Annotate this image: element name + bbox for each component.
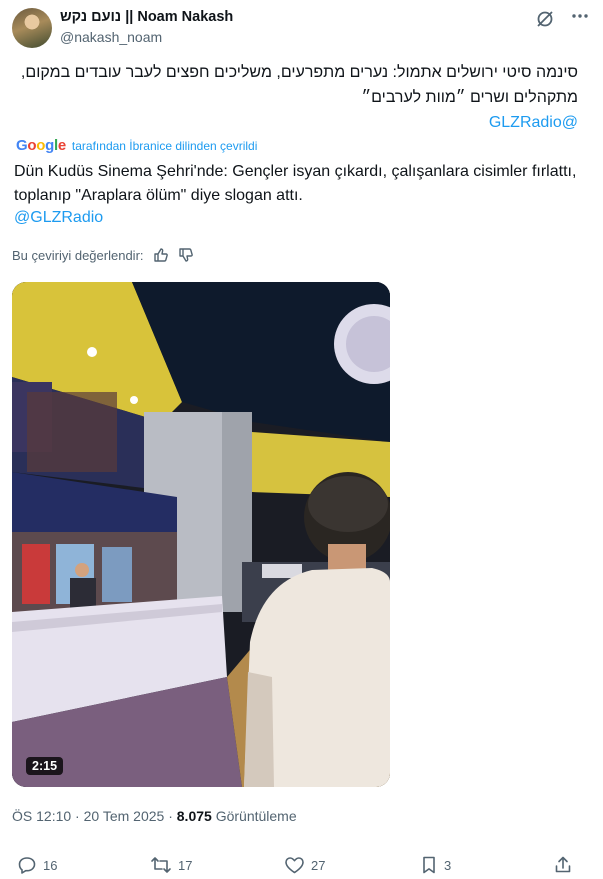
rate-translation: Bu çeviriyi değerlendir: xyxy=(12,247,194,263)
repost-button[interactable]: 17 xyxy=(150,855,192,875)
translated-text: Dün Kudüs Sinema Şehri'nde: Gençler isya… xyxy=(14,163,577,204)
views-count: 8.075 xyxy=(176,808,212,824)
grok-icon[interactable] xyxy=(535,9,555,29)
bookmark-icon xyxy=(420,855,438,875)
like-button[interactable]: 27 xyxy=(284,855,325,875)
action-bar: 16 17 27 3 xyxy=(0,855,603,879)
rate-translation-label: Bu çeviriyi değerlendir: xyxy=(12,247,144,263)
tweet-hebrew-text: סינמה סיטי ירושלים אתמול: נערים מתפרעים,… xyxy=(20,64,578,106)
translation-notice: Google tarafından İbranice dilinden çevr… xyxy=(16,137,257,154)
tweet-date[interactable]: 20 Tem 2025 xyxy=(84,808,165,824)
meta-separator: · xyxy=(168,808,173,824)
reply-button[interactable]: 16 xyxy=(17,855,57,875)
more-icon[interactable] xyxy=(571,6,589,26)
views-label: Görüntüleme xyxy=(215,808,297,824)
video-player[interactable] xyxy=(12,282,390,787)
repost-icon xyxy=(150,855,172,875)
thumbs-up-icon[interactable] xyxy=(153,247,169,263)
tweet-meta: ÖS 12:10 · 20 Tem 2025 · 8.075 Görüntüle… xyxy=(12,808,297,824)
author-handle[interactable]: @nakash_noam xyxy=(60,29,162,45)
avatar[interactable] xyxy=(12,8,52,48)
bookmark-count: 3 xyxy=(444,857,452,873)
repost-count: 17 xyxy=(178,857,193,873)
share-button[interactable] xyxy=(553,855,573,875)
video-duration-badge: 2:15 xyxy=(26,757,64,775)
translated-mention-link[interactable]: @GLZRadio xyxy=(14,209,103,227)
thumbs-down-icon[interactable] xyxy=(178,247,194,263)
video-thumbnail xyxy=(12,282,390,787)
meta-separator: · xyxy=(75,808,80,824)
google-logo: Google xyxy=(16,137,66,154)
reply-count: 16 xyxy=(43,857,58,873)
author-display-name[interactable]: נועם נקש || Noam Nakash xyxy=(60,9,233,25)
share-icon xyxy=(553,855,573,875)
bookmark-button[interactable]: 3 xyxy=(420,855,451,875)
tweet-original-text: סינמה סיטי ירושלים אתמול: נערים מתפרעים,… xyxy=(14,60,578,135)
like-icon xyxy=(284,855,305,875)
mention-link[interactable]: @GLZRadio xyxy=(14,110,578,135)
translation-notice-text: tarafından İbranice dilinden çevrildi xyxy=(71,138,258,153)
author-name-row[interactable]: נועם נקש || Noam Nakash xyxy=(60,9,233,25)
like-count: 27 xyxy=(311,857,326,873)
reply-icon xyxy=(17,855,37,875)
tweet-time[interactable]: ÖS 12:10 xyxy=(12,808,71,824)
